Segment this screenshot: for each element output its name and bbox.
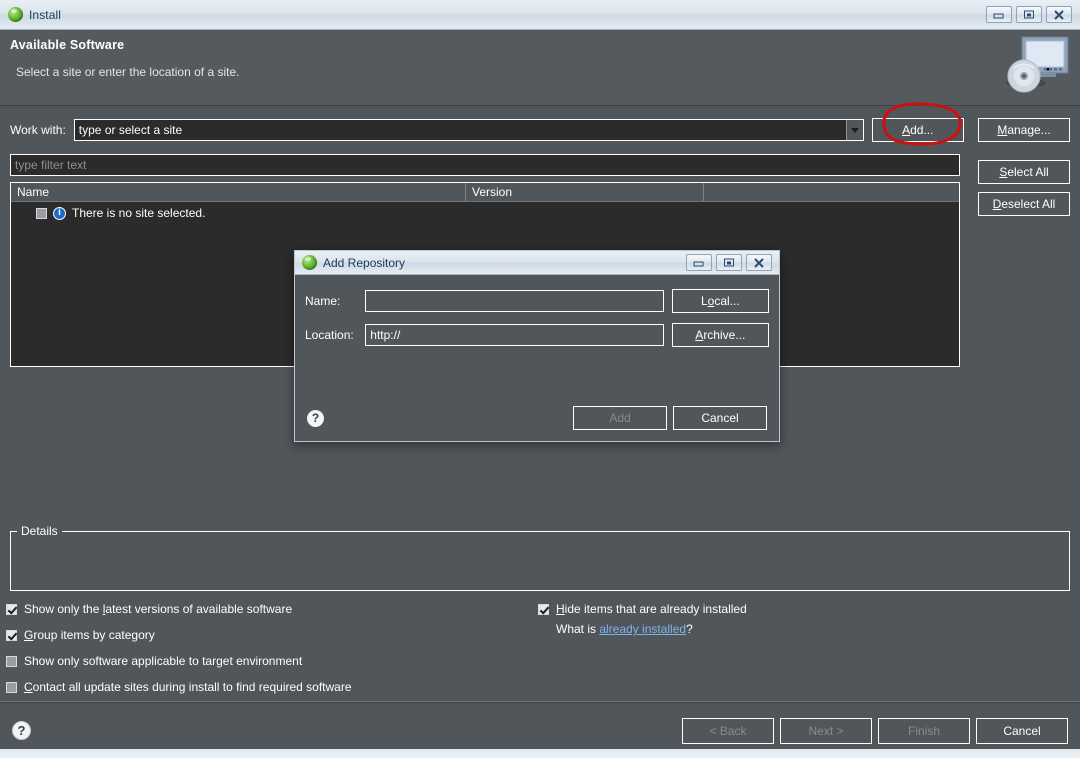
checkbox[interactable] [6, 629, 17, 641]
eclipse-icon [8, 7, 23, 22]
option-group-by-category[interactable]: Group items by category [6, 622, 352, 648]
option-contact-all-update-sites[interactable]: Contact all update sites during install … [6, 674, 352, 700]
eclipse-icon [302, 255, 317, 270]
close-icon[interactable] [1046, 6, 1072, 23]
dialog-footer-buttons: Add Cancel [573, 406, 767, 430]
already-installed-line: What is already installed? [556, 622, 747, 636]
details-group: Details [10, 524, 1070, 591]
location-field[interactable]: http:// [365, 324, 664, 346]
already-installed-prefix: What is [556, 622, 600, 636]
location-label: Location: [305, 328, 354, 342]
side-button-column: Manage... Select All Deselect All [978, 118, 1070, 216]
window-controls [986, 6, 1076, 23]
deselect-all-button[interactable]: Deselect All [978, 192, 1070, 216]
next-button[interactable]: Next > [780, 717, 872, 744]
dialog-add-button[interactable]: Add [573, 406, 667, 430]
option-show-latest-versions[interactable]: Show only the latest versions of availab… [6, 596, 352, 622]
already-installed-link[interactable]: already installed [599, 622, 686, 636]
table-header: Name Version [11, 183, 959, 202]
manage-button[interactable]: Manage... [978, 118, 1070, 142]
location-row: Location: http:// Archive... [305, 323, 769, 347]
dialog-cancel-button[interactable]: Cancel [673, 406, 767, 430]
archive-button[interactable]: Archive... [671, 323, 769, 347]
dialog-help-icon[interactable]: ? [307, 409, 324, 427]
filter-input[interactable]: type filter text [10, 154, 960, 176]
work-with-row: Work with: type or select a site Add... [10, 118, 1070, 142]
finish-button[interactable]: Finish [878, 717, 970, 744]
dialog-titlebar: Add Repository [295, 251, 779, 275]
dialog-body: Name: Local... Location: http:// Archive… [295, 275, 779, 441]
wizard-header: Available Software Select a site or ente… [0, 30, 1080, 106]
name-field[interactable] [365, 290, 664, 312]
column-extra[interactable] [704, 183, 959, 201]
option-hide-installed[interactable]: Hide items that are already installed [538, 596, 747, 622]
option-label: Hide items that are already installed [556, 602, 747, 616]
dialog-footer: ? Add Cancel [295, 395, 779, 441]
option-label: Show only software applicable to target … [24, 654, 303, 668]
chevron-down-icon[interactable] [845, 120, 863, 140]
row-name: There is no site selected. [72, 206, 206, 220]
page-subtitle: Select a site or enter the location of a… [16, 65, 240, 79]
already-installed-suffix: ? [686, 622, 693, 636]
add-button[interactable]: Add... [871, 118, 964, 142]
info-icon: i [53, 206, 66, 220]
table-row[interactable]: i There is no site selected. [11, 202, 959, 224]
minimize-icon[interactable] [686, 254, 712, 271]
window-titlebar: Install [0, 0, 1080, 30]
dialog-window-controls [686, 254, 776, 271]
options-right: Hide items that are already installed Wh… [538, 596, 747, 636]
page-title: Available Software [10, 38, 125, 52]
select-all-button[interactable]: Select All [978, 160, 1070, 184]
options-left: Show only the latest versions of availab… [6, 596, 352, 700]
back-button[interactable]: < Back [682, 717, 774, 744]
checkbox[interactable] [6, 603, 17, 615]
minimize-icon[interactable] [986, 6, 1012, 23]
window-title: Install [29, 7, 62, 22]
cancel-button[interactable]: Cancel [976, 717, 1068, 744]
checkbox[interactable] [538, 603, 549, 615]
filter-placeholder: type filter text [15, 158, 87, 172]
maximize-icon[interactable] [1016, 6, 1042, 23]
work-with-label: Work with: [10, 123, 66, 137]
option-label: Show only the latest versions of availab… [24, 602, 293, 616]
local-button[interactable]: Local... [671, 289, 769, 313]
footer-buttons: < Back Next > Finish Cancel [682, 717, 1068, 744]
column-version[interactable]: Version [466, 183, 704, 201]
location-value: http:// [370, 328, 401, 342]
work-with-value: type or select a site [78, 123, 183, 137]
close-icon[interactable] [746, 254, 772, 271]
work-with-combo[interactable]: type or select a site [73, 119, 864, 141]
bottom-strip [0, 749, 1080, 758]
name-row: Name: Local... [305, 289, 769, 313]
column-name[interactable]: Name [11, 183, 466, 201]
option-label: Group items by category [24, 628, 155, 642]
name-label: Name: [305, 294, 341, 308]
help-icon[interactable]: ? [12, 721, 31, 740]
monitor-disc-icon [1000, 35, 1070, 101]
add-repository-dialog: Add Repository Name: Local... Location: … [294, 250, 780, 442]
maximize-icon[interactable] [716, 254, 742, 271]
option-applicable-to-target[interactable]: Show only software applicable to target … [6, 648, 352, 674]
option-label: Contact all update sites during install … [24, 680, 352, 694]
details-legend: Details [17, 524, 62, 538]
row-checkbox[interactable] [36, 207, 47, 219]
checkbox[interactable] [6, 681, 17, 693]
checkbox[interactable] [6, 655, 17, 667]
dialog-title: Add Repository [323, 255, 406, 270]
